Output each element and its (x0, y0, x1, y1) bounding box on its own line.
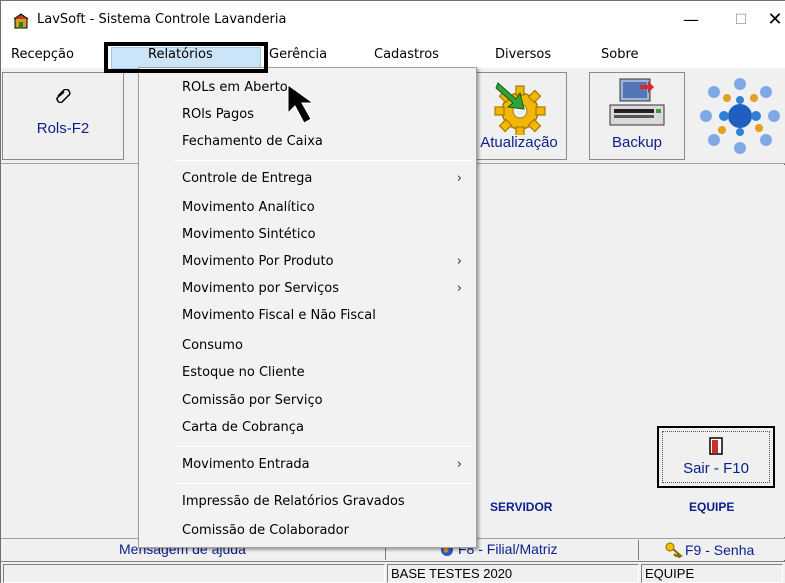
menu-item-label: Movimento Por Produto (182, 254, 334, 269)
status-bar: BASE TESTES 2020 EQUIPE (1, 561, 785, 583)
backup-computer-icon (609, 78, 665, 126)
menu-item-label: Movimento por Serviços (182, 281, 340, 296)
menu-recepcao[interactable]: Recepção (11, 47, 74, 62)
menu-sobre[interactable]: Sobre (601, 47, 639, 62)
app-icon (13, 13, 29, 29)
menu-item-label: Impressão de Relatórios Gravados (182, 494, 405, 509)
molecule-logo (700, 78, 780, 154)
clip-icon (56, 89, 71, 103)
title-bar: LavSoft - Sistema Controle Lavanderia — … (1, 1, 785, 41)
menu-item-movimento-servicos[interactable]: Movimento por Serviços › (139, 276, 476, 302)
menu-item-label: Movimento Sintético (182, 227, 316, 242)
menu-separator (173, 446, 472, 447)
sair-button[interactable]: Sair - F10 (657, 426, 775, 488)
menu-item-movimento-sintetico[interactable]: Movimento Sintético (139, 222, 476, 248)
status-team: EQUIPE (641, 564, 783, 583)
sair-label: Sair - F10 (683, 460, 749, 477)
key-icon[interactable] (665, 542, 683, 558)
atualizacao-label: Atualização (480, 134, 558, 151)
menu-cadastros[interactable]: Cadastros (374, 47, 439, 62)
window-title: LavSoft - Sistema Controle Lavanderia (37, 12, 287, 27)
menu-item-impressao-relatorios[interactable]: Impressão de Relatórios Gravados (139, 489, 476, 515)
menu-relatorios-annotation-box (104, 42, 268, 73)
menu-item-carta-cobranca[interactable]: Carta de Cobrança (139, 415, 476, 441)
menu-item-label: ROls Pagos (182, 107, 254, 122)
menu-item-label: Movimento Analítico (182, 200, 315, 215)
servidor-label: SERVIDOR (490, 500, 553, 514)
menu-item-label: Fechamento de Caixa (182, 134, 323, 149)
backup-label: Backup (611, 134, 663, 151)
status-cell-empty (3, 564, 385, 583)
menu-item-estoque-cliente[interactable]: Estoque no Cliente (139, 360, 476, 386)
menu-item-controle-entrega[interactable]: Controle de Entrega › (139, 166, 476, 192)
menu-item-label: Estoque no Cliente (182, 365, 305, 380)
relatorios-dropdown: ROLs em Aberto ROls Pagos Fechamento de … (138, 67, 477, 548)
submenu-arrow-icon: › (456, 254, 462, 269)
menu-item-comissao-servico[interactable]: Comissão por Serviço (139, 388, 476, 414)
menu-item-movimento-produto[interactable]: Movimento Por Produto › (139, 249, 476, 275)
menu-item-label: ROLs em Aberto (182, 80, 288, 95)
menu-separator (173, 160, 472, 161)
menu-item-label: Controle de Entrega (182, 171, 313, 186)
gear-update-icon (494, 82, 546, 135)
submenu-arrow-icon: › (456, 171, 462, 186)
menu-separator (173, 483, 472, 484)
minimize-button[interactable]: — (669, 7, 713, 35)
menu-item-consumo[interactable]: Consumo (139, 333, 476, 359)
rols-button[interactable]: Rols-F2 (2, 72, 124, 160)
submenu-arrow-icon: › (456, 281, 462, 296)
door-exit-icon (709, 437, 723, 455)
backup-button[interactable]: Backup (589, 72, 685, 160)
menu-item-label: Carta de Cobrança (182, 420, 304, 435)
close-button[interactable]: ✕ (753, 7, 785, 35)
menu-item-label: Movimento Fiscal e Não Fiscal (182, 308, 376, 323)
menu-item-label: Comissão de Colaborador (182, 523, 349, 538)
equipe-label: EQUIPE (689, 500, 735, 514)
menu-gerencia[interactable]: Gerência (269, 47, 327, 62)
rols-label: Rols-F2 (36, 120, 90, 137)
menu-item-label: Consumo (182, 338, 243, 353)
menu-diversos[interactable]: Diversos (495, 47, 551, 62)
submenu-arrow-icon: › (456, 457, 462, 472)
f9-senha-label[interactable]: F9 - Senha (685, 542, 754, 558)
menu-item-comissao-colaborador[interactable]: Comissão de Colaborador (139, 518, 476, 544)
status-database: BASE TESTES 2020 (387, 564, 639, 583)
menu-item-movimento-entrada[interactable]: Movimento Entrada › (139, 452, 476, 478)
mouse-pointer-icon (287, 84, 315, 124)
atualizacao-button[interactable]: Atualização (471, 72, 567, 160)
app-window: LavSoft - Sistema Controle Lavanderia — … (0, 0, 785, 583)
menu-item-label: Comissão por Serviço (182, 393, 323, 408)
menu-item-label: Movimento Entrada (182, 457, 310, 472)
menu-item-movimento-fiscal[interactable]: Movimento Fiscal e Não Fiscal (139, 303, 476, 329)
menu-item-movimento-analitico[interactable]: Movimento Analítico (139, 195, 476, 221)
